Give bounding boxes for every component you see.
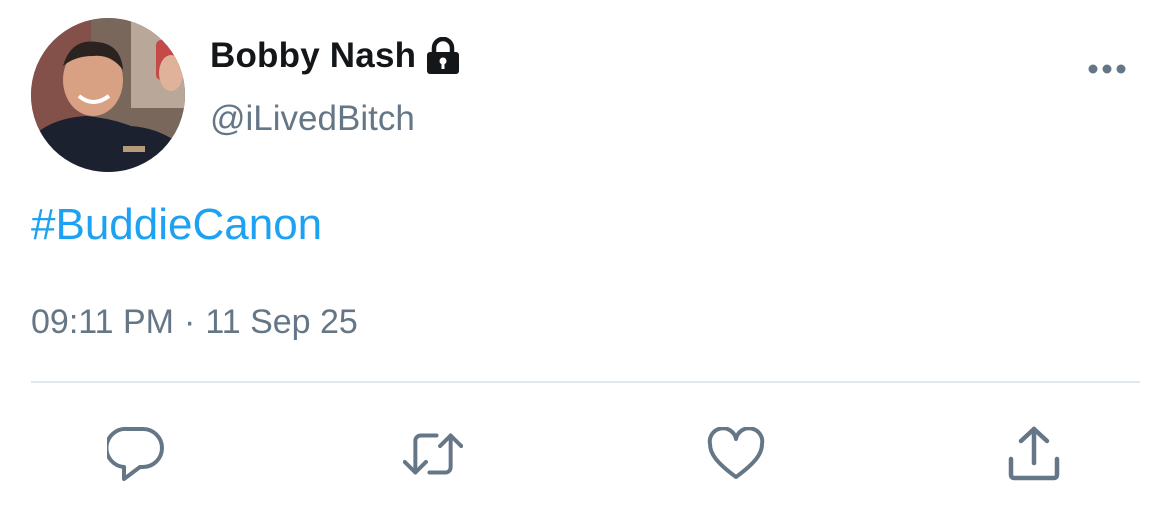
tweet-date: 11 Sep 25 bbox=[205, 303, 358, 341]
share-button[interactable] bbox=[1004, 424, 1064, 484]
reply-icon bbox=[107, 426, 164, 481]
like-button[interactable] bbox=[706, 424, 766, 484]
tweet-card: Bobby Nash @iLivedBitch #BuddieCanon 09:… bbox=[0, 0, 1170, 523]
tweet-time: 09:11 PM bbox=[31, 303, 175, 341]
share-icon bbox=[1008, 426, 1060, 481]
retweet-button[interactable] bbox=[403, 424, 463, 484]
timestamp-separator: · bbox=[184, 303, 196, 341]
name-row: Bobby Nash bbox=[210, 34, 460, 78]
lock-icon bbox=[426, 36, 460, 75]
reply-button[interactable] bbox=[106, 424, 166, 484]
heart-icon bbox=[707, 427, 765, 479]
hashtag-link[interactable]: #BuddieCanon bbox=[31, 200, 322, 250]
user-handle[interactable]: @iLivedBitch bbox=[210, 99, 415, 139]
retweet-icon bbox=[403, 433, 463, 475]
avatar[interactable] bbox=[31, 18, 185, 172]
divider bbox=[31, 381, 1140, 383]
timestamp: 09:11 PM · 11 Sep 25 bbox=[31, 303, 358, 342]
display-name[interactable]: Bobby Nash bbox=[210, 36, 416, 76]
more-options-icon[interactable] bbox=[1086, 58, 1128, 80]
